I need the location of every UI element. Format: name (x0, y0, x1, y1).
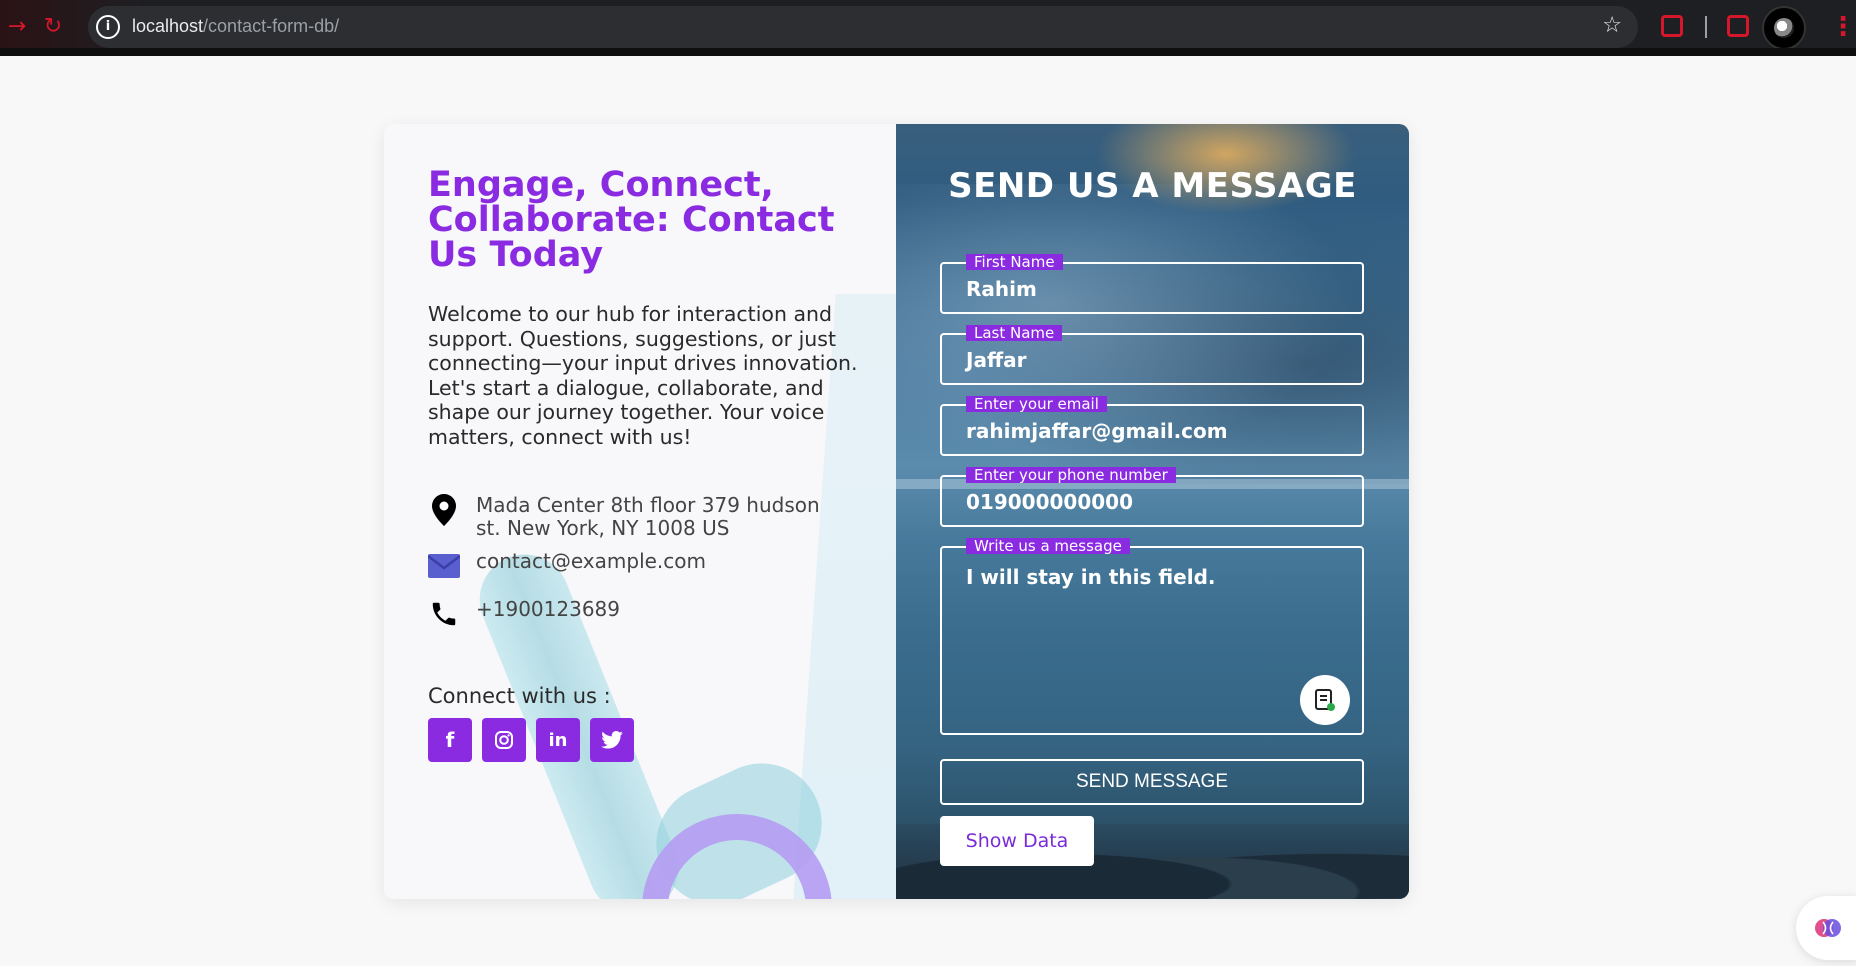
toolbar-bottom-edge (0, 48, 1856, 56)
phone-value: 019000000000 (966, 490, 1133, 514)
phone-text[interactable]: +1900123689 (476, 598, 620, 621)
phone-field[interactable]: Enter your phone number 019000000000 (940, 467, 1364, 527)
social-links: f in (428, 718, 634, 762)
connect-label: Connect with us : (428, 684, 611, 708)
clipboard-icon[interactable] (1300, 675, 1350, 725)
send-message-button[interactable]: SEND MESSAGE (940, 759, 1364, 805)
facebook-icon[interactable]: f (428, 718, 472, 762)
first-name-label: First Name (966, 254, 1063, 270)
intro-text: Welcome to our hub for interaction and s… (428, 302, 858, 449)
form-title: SEND US A MESSAGE (948, 166, 1357, 206)
page-title: Engage, Connect, Collaborate: Contact Us… (428, 165, 835, 275)
message-form-panel: SEND US A MESSAGE First Name Rahim Last … (896, 124, 1409, 899)
browser-menu-icon[interactable]: ⋮ (1830, 12, 1856, 42)
side-panel-icon[interactable] (1727, 15, 1749, 37)
location-pin-icon (428, 494, 460, 526)
envelope-icon (428, 550, 460, 582)
email-row: contact@example.com (428, 550, 706, 582)
email-text[interactable]: contact@example.com (476, 550, 706, 573)
last-name-label: Last Name (966, 325, 1063, 341)
twitter-icon[interactable] (590, 718, 634, 762)
address-row: Mada Center 8th floor 379 hudson st. New… (428, 494, 836, 540)
reload-icon[interactable]: ↻ (40, 14, 66, 40)
address-bar[interactable]: i localhost/contact-form-db/ ☆ (88, 6, 1638, 48)
bookmark-star-icon[interactable]: ☆ (1602, 13, 1622, 38)
profile-avatar[interactable] (1762, 6, 1806, 50)
instagram-icon[interactable] (482, 718, 526, 762)
browser-toolbar: → ↻ i localhost/contact-form-db/ ☆ ⋮ (0, 0, 1856, 56)
message-textarea[interactable]: Write us a message I will stay in this f… (940, 538, 1364, 735)
message-label: Write us a message (966, 538, 1130, 554)
url-path: /contact-form-db/ (203, 16, 340, 36)
first-name-field[interactable]: First Name Rahim (940, 254, 1364, 314)
url-host: localhost (132, 16, 204, 36)
email-label: Enter your email (966, 396, 1107, 412)
email-value: rahimjaffar@gmail.com (966, 419, 1228, 443)
last-name-value: Jaffar (966, 348, 1027, 372)
toolbar-divider (1705, 16, 1707, 38)
phone-row: +1900123689 (428, 598, 620, 630)
show-data-button[interactable]: Show Data (940, 816, 1094, 866)
site-info-icon[interactable]: i (96, 15, 120, 39)
email-field[interactable]: Enter your email rahimjaffar@gmail.com (940, 396, 1364, 456)
contact-info-panel: Engage, Connect, Collaborate: Contact Us… (384, 124, 896, 899)
url-text[interactable]: localhost/contact-form-db/ (132, 16, 339, 37)
contact-card: Engage, Connect, Collaborate: Contact Us… (384, 124, 1409, 899)
phone-label: Enter your phone number (966, 467, 1176, 483)
linkedin-icon[interactable]: in (536, 718, 580, 762)
address-text: Mada Center 8th floor 379 hudson st. New… (476, 493, 820, 540)
last-name-field[interactable]: Last Name Jaffar (940, 325, 1364, 385)
phone-icon (428, 598, 460, 630)
first-name-value: Rahim (966, 277, 1037, 301)
assistant-extension-icon[interactable] (1796, 896, 1856, 960)
back-icon[interactable]: → (4, 14, 30, 40)
extension-icon[interactable] (1661, 15, 1683, 37)
message-value: I will stay in this field. (966, 565, 1216, 589)
